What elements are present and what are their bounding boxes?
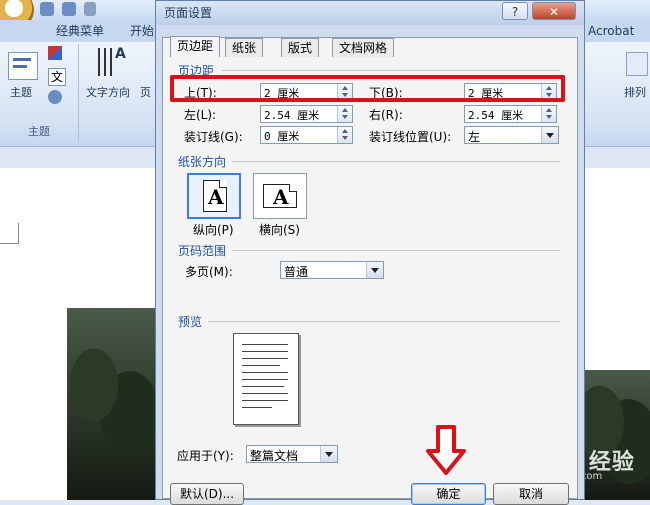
spin-arrows-icon[interactable] xyxy=(337,106,352,122)
theme-icon[interactable] xyxy=(8,52,38,80)
fonts-icon[interactable]: 文 xyxy=(48,68,66,86)
landscape-button[interactable]: A xyxy=(253,173,307,219)
gutter-input[interactable]: 0 厘米 xyxy=(260,126,353,144)
left-margin-input[interactable]: 2.54 厘米 xyxy=(260,105,353,123)
tab-paper[interactable]: 纸张 xyxy=(225,38,264,57)
landscape-page-icon: A xyxy=(263,184,297,209)
portrait-label[interactable]: 纵向(P) xyxy=(193,221,234,238)
tab-classic-menu[interactable]: 经典菜单 xyxy=(52,22,108,40)
text-direction-icon[interactable]: A xyxy=(96,46,126,78)
divider xyxy=(232,161,560,162)
top-bottom-highlight-box xyxy=(170,75,565,102)
arrange-icon[interactable] xyxy=(626,52,648,76)
preview-section-label: 预览 xyxy=(178,315,203,329)
text-direction-label[interactable]: 文字方向 xyxy=(86,84,130,100)
apply-to-label: 应用于(Y): xyxy=(177,449,234,463)
chevron-down-icon[interactable] xyxy=(366,262,383,278)
save-icon[interactable] xyxy=(40,2,54,16)
ok-button[interactable]: 确定 xyxy=(411,483,486,505)
right-margin-label: 右(R): xyxy=(369,108,403,122)
dialog-titlebar[interactable]: 页面设置 ? ✕ xyxy=(156,1,584,25)
divider xyxy=(232,250,560,251)
spin-arrows-icon[interactable] xyxy=(337,127,352,143)
theme-button-label[interactable]: 主题 xyxy=(10,84,32,100)
help-button[interactable]: ? xyxy=(502,2,528,20)
divider xyxy=(78,44,79,142)
red-down-arrow-icon xyxy=(426,425,466,475)
right-margin-input[interactable]: 2.54 厘米 xyxy=(464,105,557,123)
left-margin-label: 左(L): xyxy=(184,108,217,122)
tab-home[interactable]: 开始 xyxy=(126,22,158,40)
colors-icon[interactable] xyxy=(48,46,62,60)
margin-corner-mark xyxy=(0,223,19,244)
page-preview xyxy=(233,333,299,425)
tab-acrobat[interactable]: Acrobat xyxy=(584,22,638,40)
chevron-down-icon[interactable] xyxy=(541,127,558,143)
arrange-label[interactable]: 排列 xyxy=(624,84,646,100)
default-button[interactable]: 默认(D)... xyxy=(170,483,244,505)
effects-icon[interactable] xyxy=(48,90,62,104)
landscape-label[interactable]: 横向(S) xyxy=(259,221,300,238)
gutter-position-select[interactable]: 左 xyxy=(464,126,559,144)
dialog-title: 页面设置 xyxy=(164,6,213,20)
tab-margins[interactable]: 页边距 xyxy=(170,36,221,57)
apply-to-select[interactable]: 整篇文档 xyxy=(246,445,338,463)
multiple-pages-label: 多页(M): xyxy=(185,265,233,279)
undo-icon[interactable] xyxy=(62,2,76,16)
tab-layout[interactable]: 版式 xyxy=(281,38,320,57)
close-button[interactable]: ✕ xyxy=(532,2,576,20)
portrait-button[interactable]: A xyxy=(187,173,241,219)
divider xyxy=(208,321,560,322)
gutter-label: 装订线(G): xyxy=(184,130,243,144)
chevron-down-icon[interactable] xyxy=(320,446,337,462)
tree-photo xyxy=(67,308,157,500)
multiple-pages-select[interactable]: 普通 xyxy=(280,261,384,279)
redo-icon[interactable] xyxy=(84,2,96,16)
divider xyxy=(222,70,560,71)
gutter-position-label: 装订线位置(U): xyxy=(369,130,452,144)
theme-group-label: 主题 xyxy=(28,125,50,138)
tab-document-grid[interactable]: 文档网格 xyxy=(332,38,395,57)
cancel-button[interactable]: 取消 xyxy=(493,483,569,505)
orientation-section-label: 纸张方向 xyxy=(178,155,227,169)
spin-arrows-icon[interactable] xyxy=(541,106,556,122)
pages-section-label: 页码范围 xyxy=(178,244,227,258)
portrait-page-icon: A xyxy=(203,180,227,212)
page-partial-label: 页 xyxy=(140,86,151,99)
